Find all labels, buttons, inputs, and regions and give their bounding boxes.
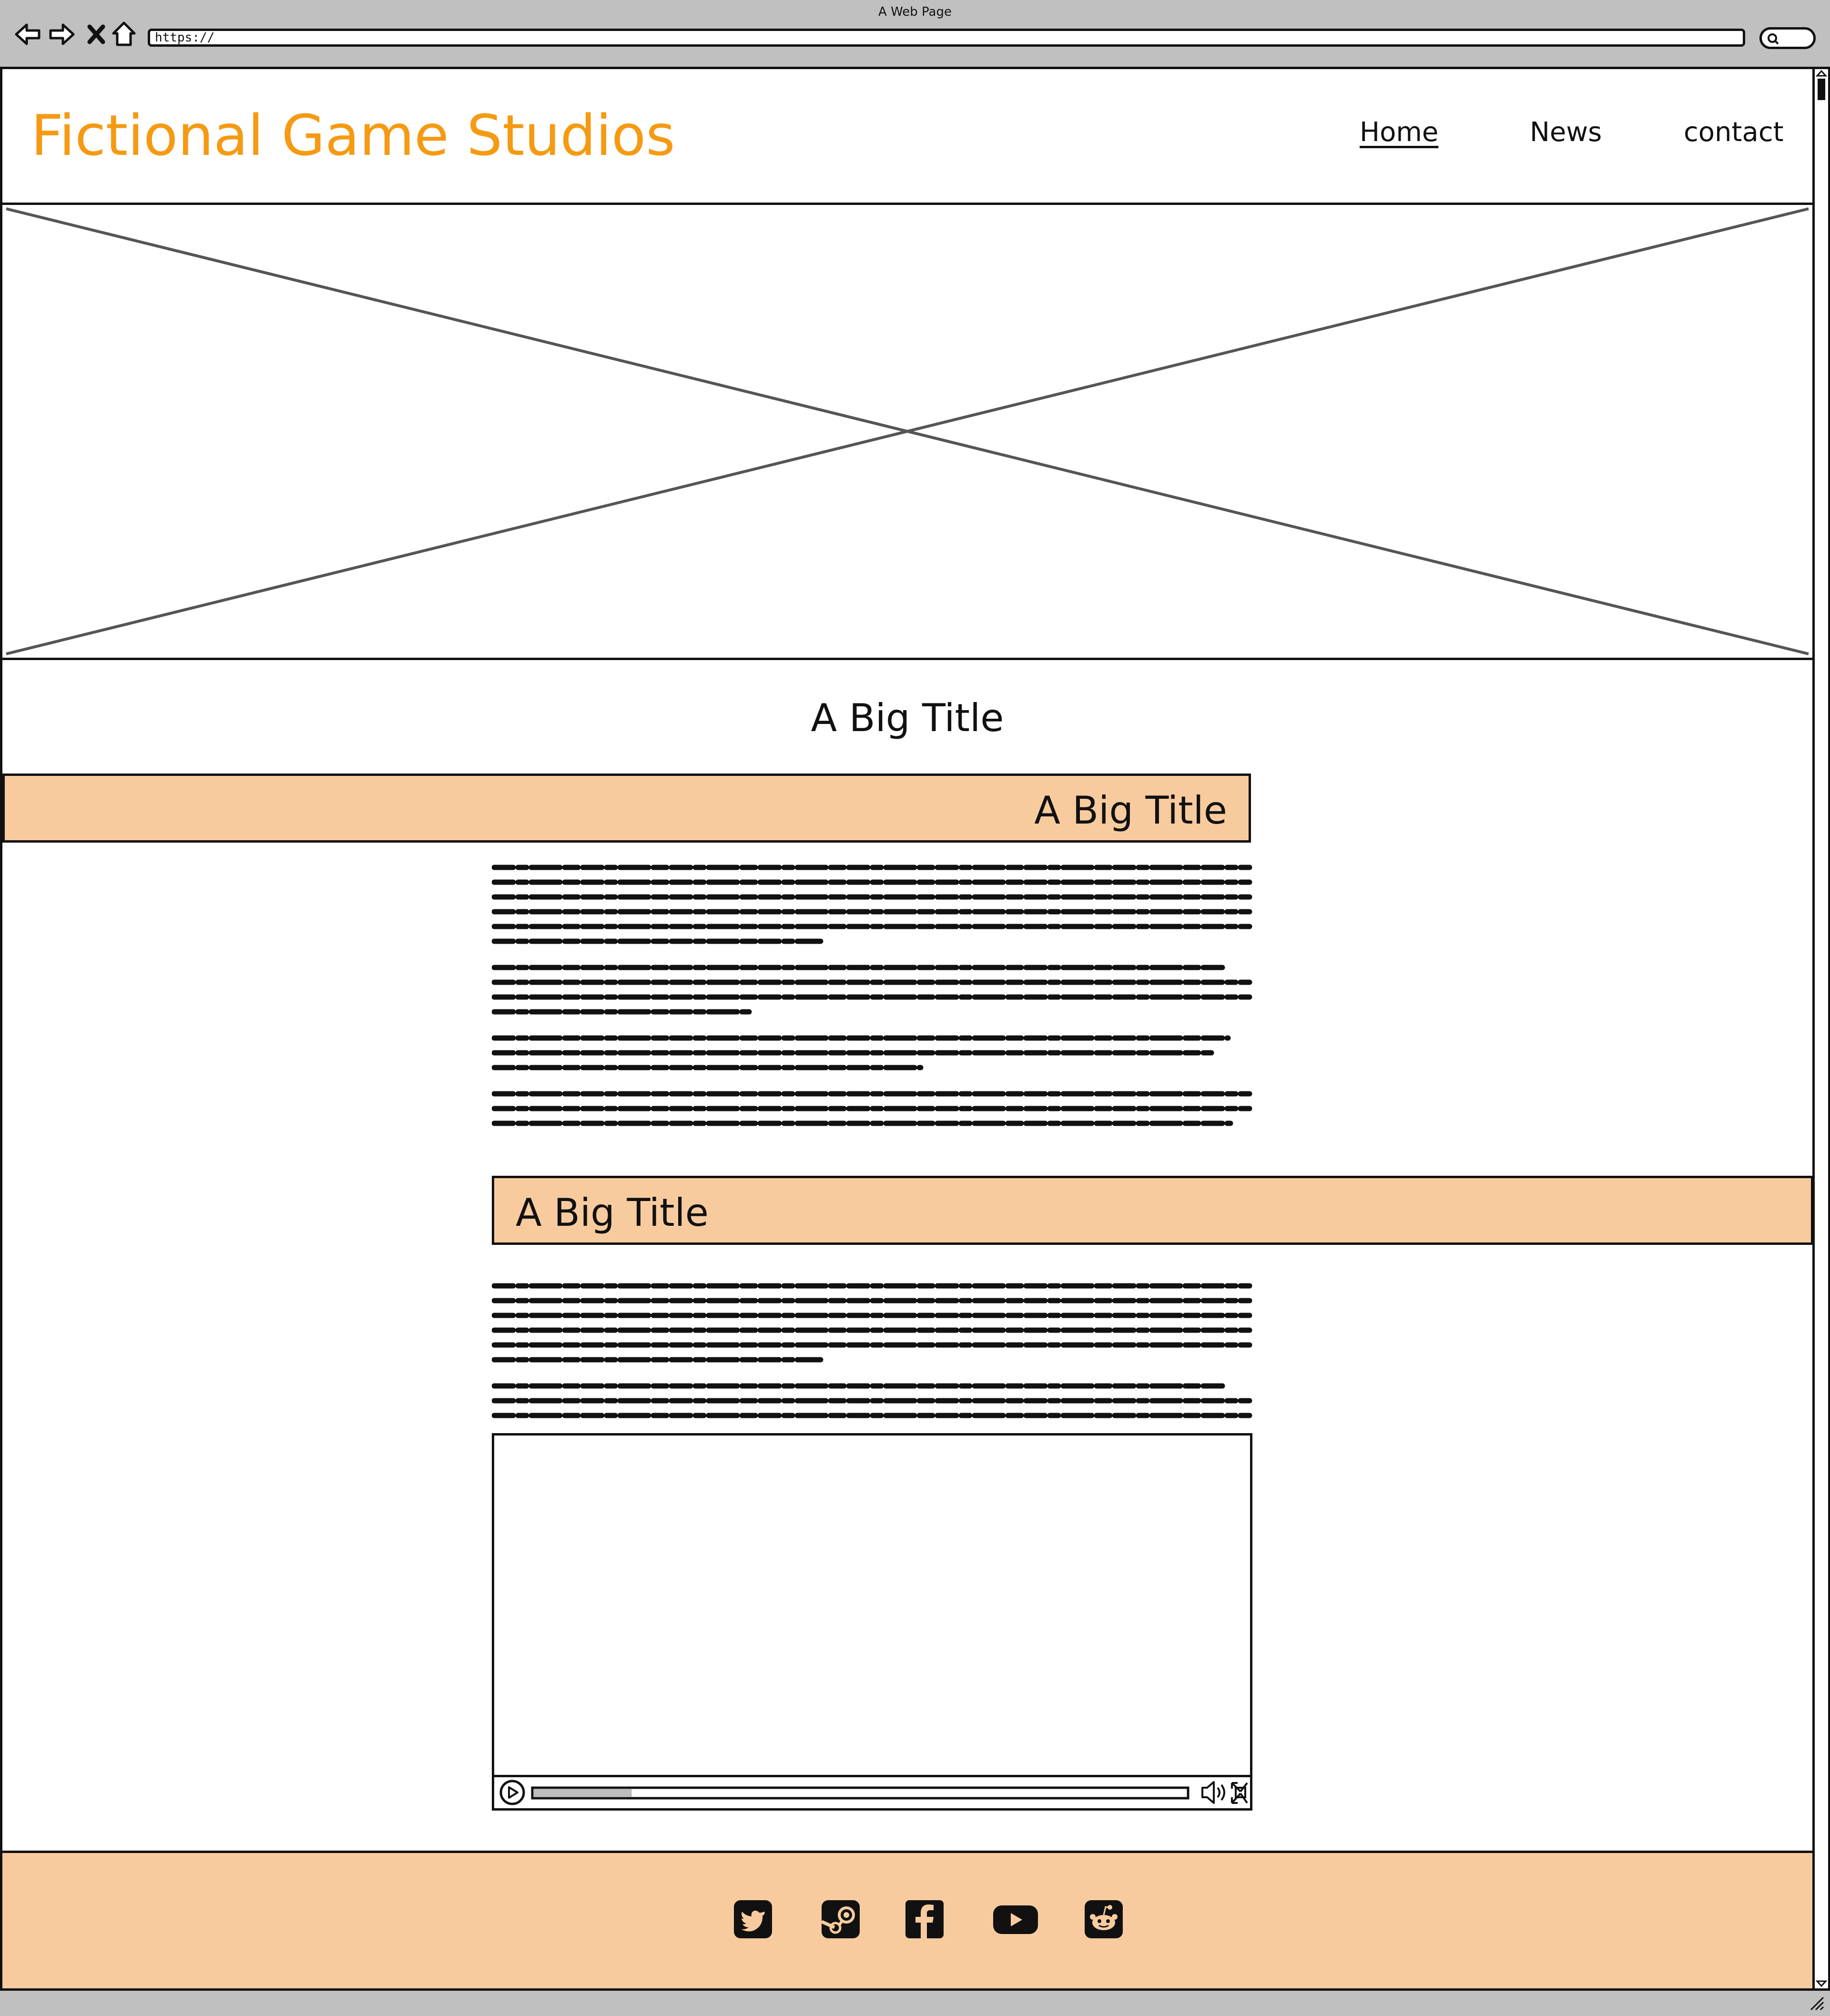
reddit-icon[interactable] bbox=[1083, 1899, 1124, 1940]
scroll-thumb bbox=[1818, 79, 1825, 100]
section-title-band-2: A Big Title bbox=[492, 1176, 1812, 1245]
page-viewport: Fictional Game Studios Home News contact… bbox=[0, 69, 1815, 1988]
url-input[interactable]: https:// bbox=[148, 29, 1745, 47]
scroll-down-icon bbox=[1815, 1980, 1828, 1987]
window-title: A Web Page bbox=[878, 5, 952, 19]
nav-news[interactable]: News bbox=[1530, 117, 1602, 148]
placeholder-text-block-2 bbox=[492, 1283, 1252, 1418]
video-progress-fill bbox=[534, 1789, 632, 1797]
video-control-bar bbox=[499, 1780, 1248, 1805]
image-placeholder-icon bbox=[6, 207, 1809, 655]
steam-icon[interactable] bbox=[820, 1899, 861, 1940]
search-icon bbox=[1768, 33, 1779, 45]
resize-grip-icon[interactable] bbox=[1807, 1994, 1826, 2013]
youtube-icon[interactable] bbox=[992, 1899, 1039, 1940]
browser-search-button[interactable] bbox=[1759, 27, 1816, 49]
site-header: Fictional Game Studios Home News contact bbox=[2, 69, 1812, 205]
video-controls bbox=[494, 1775, 1250, 1808]
volume-icon[interactable] bbox=[1201, 1781, 1225, 1804]
scroll-up-icon bbox=[1815, 70, 1828, 77]
nav-contact[interactable]: contact bbox=[1684, 117, 1784, 148]
brand-logo[interactable]: Fictional Game Studios bbox=[31, 102, 675, 168]
nav-home[interactable]: Home bbox=[1360, 117, 1438, 148]
video-player[interactable] bbox=[492, 1433, 1252, 1811]
scrollbar[interactable] bbox=[1815, 69, 1830, 1988]
section-title-band-1: A Big Title bbox=[2, 774, 1251, 843]
page-title: A Big Title bbox=[811, 696, 1004, 740]
close-icon[interactable] bbox=[82, 20, 111, 49]
fullscreen-icon[interactable] bbox=[1231, 1782, 1248, 1804]
status-bar bbox=[0, 1988, 1830, 2016]
site-footer bbox=[2, 1851, 1812, 1988]
back-icon[interactable] bbox=[13, 20, 42, 49]
section-title-1: A Big Title bbox=[1034, 788, 1227, 833]
twitter-icon[interactable] bbox=[732, 1899, 773, 1940]
hero-image bbox=[2, 205, 1812, 660]
browser-window: A Web Page https:// Fictional Game Studi… bbox=[0, 0, 1830, 2016]
scrollbar-track bbox=[1815, 70, 1828, 1987]
home-icon[interactable] bbox=[110, 20, 138, 49]
placeholder-text-block-1 bbox=[492, 865, 1252, 1126]
browser-toolbar: A Web Page https:// bbox=[0, 0, 1830, 69]
play-icon[interactable] bbox=[499, 1780, 525, 1805]
section-title-2: A Big Title bbox=[516, 1191, 709, 1235]
forward-icon[interactable] bbox=[48, 20, 76, 49]
facebook-icon[interactable] bbox=[904, 1899, 945, 1940]
